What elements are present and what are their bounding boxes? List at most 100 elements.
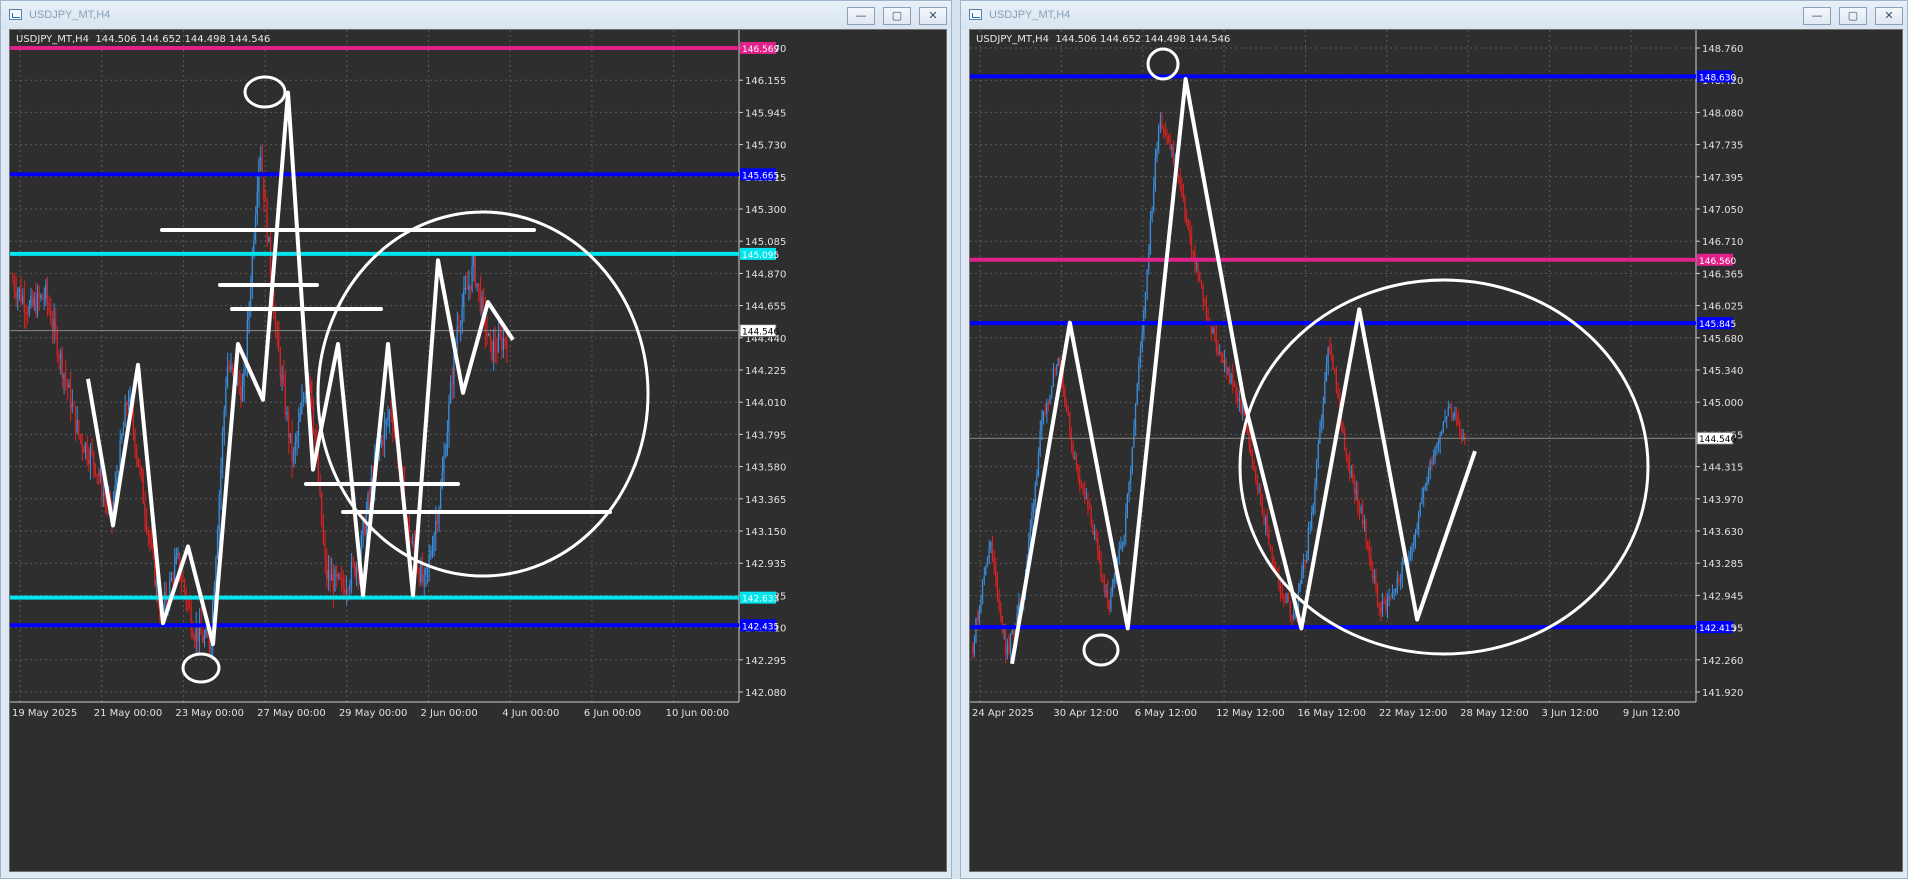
candle-body <box>1240 398 1242 413</box>
candle-body <box>1413 541 1415 547</box>
candle-body <box>294 442 296 451</box>
candle-body <box>97 474 99 477</box>
close-button[interactable]: ✕ <box>1875 7 1903 25</box>
price-chart[interactable]: 146.370146.155145.945145.730145.515145.3… <box>10 30 950 875</box>
title-bar[interactable]: USDJPY_MT,H4 — ▢ ✕ <box>961 1 1907 29</box>
candle-body <box>327 570 329 579</box>
minimize-button[interactable]: — <box>847 7 875 25</box>
candle-body <box>23 296 25 313</box>
candle-body <box>1029 527 1031 542</box>
plot-background <box>10 30 739 702</box>
candle-body <box>1283 595 1285 602</box>
candle-body <box>1322 403 1324 423</box>
candle-body <box>410 542 412 544</box>
candle-body <box>134 431 136 451</box>
candle-body <box>142 475 144 504</box>
candle-body <box>1222 353 1224 364</box>
candle-body <box>459 324 461 328</box>
chart-area[interactable]: 148.760148.420148.080147.735147.395147.0… <box>969 29 1903 872</box>
candle-body <box>481 296 483 312</box>
candle-body <box>91 448 93 453</box>
candle-body <box>314 429 316 441</box>
ohlc-values: 144.506 144.652 144.498 144.546 <box>1055 34 1231 45</box>
candle-body <box>1383 601 1385 603</box>
candle-body <box>71 403 73 410</box>
price-axis-label: 144.655 <box>745 302 786 313</box>
candle-body <box>268 236 270 242</box>
candle-body <box>127 402 129 406</box>
candle-body <box>1436 445 1438 448</box>
candle-body <box>155 580 157 586</box>
candle-body <box>1370 556 1372 570</box>
candle-body <box>392 413 394 427</box>
candle-body <box>1166 134 1168 136</box>
candle-body <box>1291 617 1293 619</box>
chart-window-left[interactable]: USDJPY_MT,H4 — ▢ ✕ 146.370146.155145.945… <box>0 0 952 879</box>
candle-body <box>197 627 199 642</box>
candle-body <box>287 411 290 439</box>
title-bar[interactable]: USDJPY_MT,H4 — ▢ ✕ <box>1 1 951 29</box>
candle-body <box>1365 521 1367 542</box>
price-axis-label: 143.630 <box>1702 527 1743 538</box>
candle-body <box>1105 590 1107 592</box>
candle-body <box>231 364 233 369</box>
candle-body <box>1424 486 1426 490</box>
candle-body <box>1350 470 1352 473</box>
chart-area[interactable]: 146.370146.155145.945145.730145.515145.3… <box>9 29 947 872</box>
candle-body <box>137 457 139 467</box>
candle-body <box>1189 228 1191 236</box>
candle-body <box>240 385 242 401</box>
candle-body <box>1039 430 1041 454</box>
candle-body <box>1281 593 1283 596</box>
candle-body <box>1138 362 1140 385</box>
candle-body <box>1264 517 1266 526</box>
candle-body <box>1009 633 1011 653</box>
time-axis-label: 12 May 12:00 <box>1216 708 1285 719</box>
candle-body <box>1154 158 1156 187</box>
candle-body <box>92 452 95 464</box>
candle-body <box>1090 508 1092 525</box>
chart-window-right[interactable]: USDJPY_MT,H4 — ▢ ✕ 148.760148.420148.080… <box>960 0 1908 879</box>
candle-body <box>1070 435 1072 443</box>
candle-body <box>1064 389 1066 407</box>
candle-body <box>1454 413 1456 417</box>
candle-body <box>269 236 271 276</box>
candle-body <box>436 520 438 524</box>
candle-body <box>1092 524 1094 535</box>
candle-body <box>1139 347 1141 363</box>
candle-body <box>144 503 146 517</box>
candle-body <box>1324 381 1326 404</box>
candle-body <box>1307 528 1309 554</box>
candle-body <box>474 255 476 286</box>
candle-body <box>309 377 311 382</box>
candle-body <box>1108 601 1110 610</box>
candle-body <box>1304 559 1306 562</box>
candle-body <box>390 412 392 414</box>
candle-body <box>1034 484 1036 506</box>
price-axis-label: 147.395 <box>1702 173 1743 184</box>
candle-body <box>1054 368 1056 370</box>
candle-body <box>1230 374 1232 384</box>
price-chart[interactable]: 148.760148.420148.080147.735147.395147.0… <box>970 30 1906 875</box>
candle-body <box>430 554 432 556</box>
candle-body <box>388 412 390 420</box>
close-button[interactable]: ✕ <box>919 7 947 25</box>
candle-body <box>1396 577 1398 590</box>
candle-body <box>1391 592 1393 598</box>
minimize-button[interactable]: — <box>1803 7 1831 25</box>
candle-body <box>1031 512 1033 528</box>
price-axis-label: 145.300 <box>745 205 786 216</box>
current-price-label: 144.546 <box>742 328 779 338</box>
time-axis-label: 6 May 12:00 <box>1135 708 1197 719</box>
candle-body <box>972 646 974 654</box>
level-price-label: 142.415 <box>1699 624 1736 634</box>
candle-body <box>988 547 990 559</box>
candle-body <box>1097 539 1099 552</box>
candle-body <box>282 375 285 383</box>
candle-body <box>1432 457 1434 465</box>
candle-body <box>1044 412 1046 414</box>
price-axis-label: 148.080 <box>1702 108 1743 119</box>
maximize-button[interactable]: ▢ <box>1839 7 1867 25</box>
maximize-button[interactable]: ▢ <box>883 7 911 25</box>
candle-body <box>254 214 256 241</box>
